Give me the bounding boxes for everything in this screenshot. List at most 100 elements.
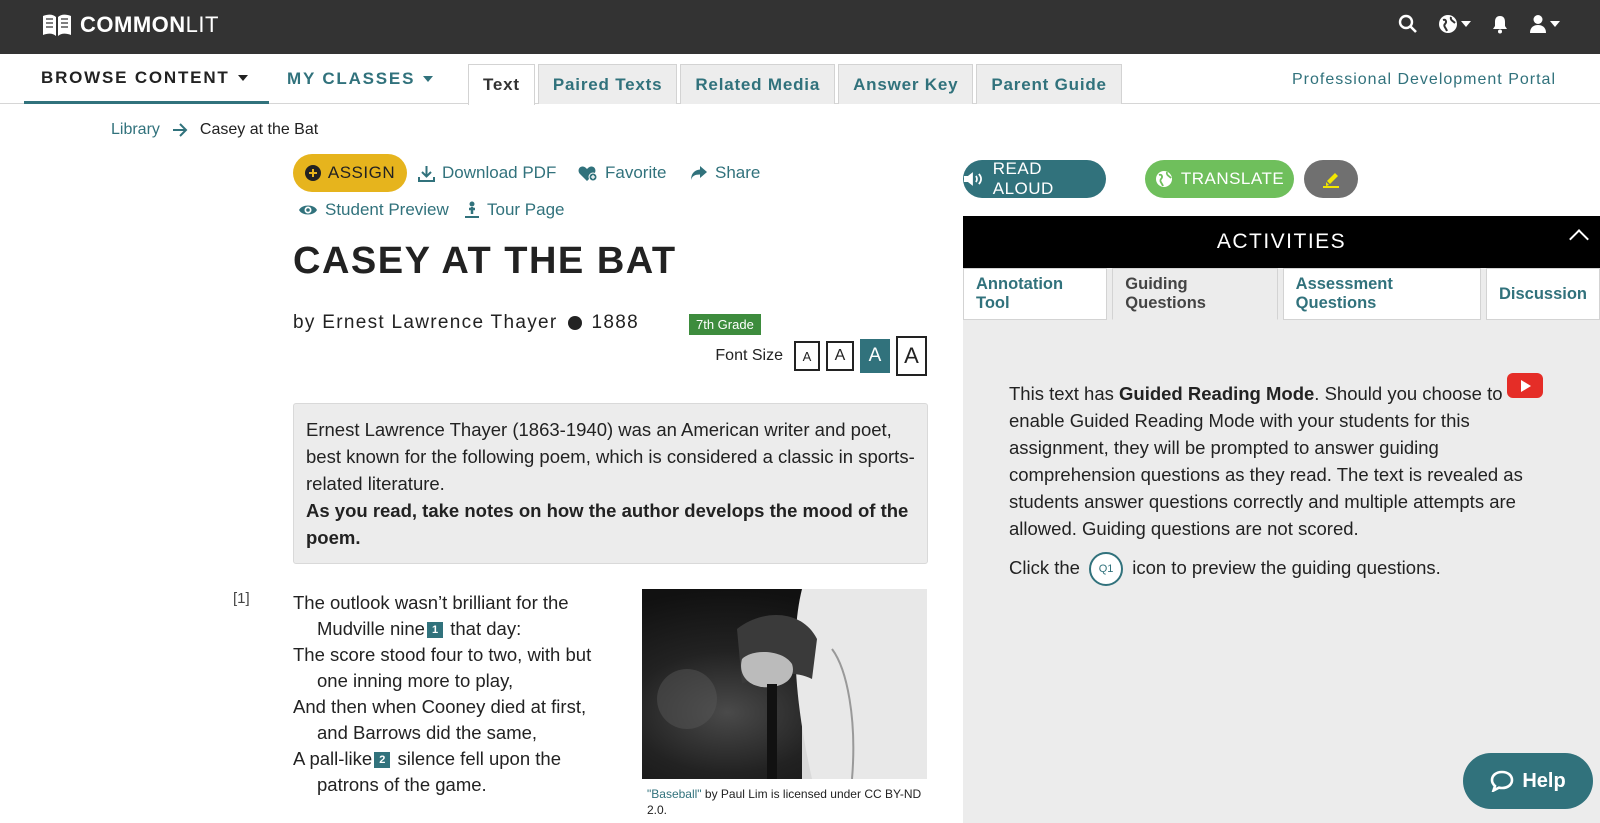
guided-reading-description: This text has Guided Reading Mode. Shoul… xyxy=(1009,383,1523,539)
arrow-right-icon xyxy=(172,123,188,137)
chevron-down-icon xyxy=(237,74,248,81)
tour-page-button[interactable]: Tour Page xyxy=(464,200,565,220)
browse-content-menu[interactable]: BROWSE CONTENT xyxy=(24,54,269,104)
share-icon xyxy=(691,166,707,180)
baseball-photo xyxy=(642,589,927,779)
footnote-2[interactable]: 2 xyxy=(374,752,391,769)
poem-line: The score stood four to two, with but xyxy=(293,644,592,665)
intro-box: Ernest Lawrence Thayer (1863-1940) was a… xyxy=(293,403,928,564)
poem-line: and Barrows did the same, xyxy=(317,722,538,743)
download-pdf-label: Download PDF xyxy=(442,163,557,182)
highlighter-icon xyxy=(1323,173,1339,188)
intro-text: Ernest Lawrence Thayer (1863-1940) was a… xyxy=(306,419,915,494)
favorite-button[interactable]: Favorite xyxy=(578,163,666,183)
byline: by Ernest Lawrence Thayer 1888 xyxy=(293,312,639,334)
tab-text[interactable]: Text xyxy=(468,64,535,105)
tab-assessment-questions[interactable]: Assessment Questions xyxy=(1282,268,1481,320)
globe-icon[interactable] xyxy=(1438,14,1471,34)
logo-text: COMMONLIT xyxy=(80,12,219,37)
text-title: CASEY AT THE BAT xyxy=(293,240,677,282)
help-label: Help xyxy=(1522,769,1566,792)
tab-related-media[interactable]: Related Media xyxy=(680,64,836,104)
user-icon[interactable] xyxy=(1529,14,1560,34)
tab-answer-key[interactable]: Answer Key xyxy=(838,64,974,104)
guided-reading-info: This text has Guided Reading Mode. Shoul… xyxy=(1009,380,1539,586)
tab-annotation-tool[interactable]: Annotation Tool xyxy=(963,268,1108,320)
tab-parent-guide[interactable]: Parent Guide xyxy=(976,64,1122,104)
my-classes-label: MY CLASSES xyxy=(287,69,416,88)
tab-paired-texts[interactable]: Paired Texts xyxy=(537,64,678,104)
highlighter-button[interactable] xyxy=(1304,160,1358,198)
content-nav: BROWSE CONTENT MY CLASSES Text Paired Te… xyxy=(0,54,1600,105)
download-pdf-button[interactable]: Download PDF xyxy=(418,163,556,183)
separator-dot xyxy=(567,316,582,330)
breadcrumb: Library Casey at the Bat xyxy=(111,121,318,139)
font-size-small-button[interactable]: A xyxy=(794,341,820,371)
youtube-icon[interactable] xyxy=(1507,373,1543,398)
text-tabs: Text Paired Texts Related Media Answer K… xyxy=(468,64,1122,105)
font-size-xlarge-button[interactable]: A xyxy=(896,336,927,376)
assign-button[interactable]: ASSIGN xyxy=(293,154,407,192)
font-size-medium-button[interactable]: A xyxy=(826,341,854,371)
font-size-large-button[interactable]: A xyxy=(860,339,890,373)
activities-tabs: Annotation Tool Guiding Questions Assess… xyxy=(963,268,1600,320)
tour-guide-icon xyxy=(465,201,479,218)
poem-stanza: The outlook wasn’t brilliant for the Mud… xyxy=(293,590,623,798)
top-bar: COMMONLIT xyxy=(0,0,1600,54)
student-preview-button[interactable]: Student Preview xyxy=(298,200,449,220)
heart-plus-icon xyxy=(578,165,598,181)
tab-guiding-questions[interactable]: Guiding Questions xyxy=(1112,268,1278,320)
favorite-label: Favorite xyxy=(605,163,667,182)
tab-discussion[interactable]: Discussion xyxy=(1485,268,1600,320)
poem-line: one inning more to play, xyxy=(317,670,514,691)
author-name: by Ernest Lawrence Thayer xyxy=(293,312,558,333)
poem-line: A pall-like 2 silence fell upon the xyxy=(293,748,561,769)
browse-content-label: BROWSE CONTENT xyxy=(41,67,230,87)
poem-line: patrons of the game. xyxy=(317,774,487,795)
bell-icon[interactable] xyxy=(1491,14,1509,34)
eye-icon xyxy=(299,205,317,215)
activities-title: ACTIVITIES xyxy=(1216,230,1347,253)
chevron-down-icon xyxy=(1550,21,1560,27)
font-size-control: Font Size A A A A xyxy=(715,336,927,376)
plus-circle-icon xyxy=(304,165,321,181)
search-icon[interactable] xyxy=(1398,14,1418,34)
share-button[interactable]: Share xyxy=(690,163,760,183)
chat-bubble-icon xyxy=(1491,770,1514,792)
tour-page-label: Tour Page xyxy=(487,200,565,219)
chevron-up-icon[interactable] xyxy=(1569,229,1589,249)
globe-icon xyxy=(1155,171,1172,187)
chevron-down-icon xyxy=(423,76,434,82)
commonlit-logo[interactable]: COMMONLIT xyxy=(42,12,219,38)
guided-reading-hint: Click the Q1 icon to preview the guiding… xyxy=(1009,552,1539,586)
speaker-icon xyxy=(963,172,982,186)
read-aloud-label: READ ALOUD xyxy=(992,159,1054,198)
font-size-label: Font Size xyxy=(715,347,783,364)
photo-caption: "Baseball" by Paul Lim is licensed under… xyxy=(647,786,927,818)
poem-line: And then when Cooney died at first, xyxy=(293,696,587,717)
poem-line: Mudville nine 1 that day: xyxy=(317,618,522,639)
publish-year: 1888 xyxy=(591,312,639,333)
photo-caption-link[interactable]: "Baseball" xyxy=(647,787,702,801)
activities-header[interactable]: ACTIVITIES xyxy=(963,216,1600,268)
line-number: [1] xyxy=(233,590,250,607)
footnote-1[interactable]: 1 xyxy=(426,622,444,639)
my-classes-menu[interactable]: MY CLASSES xyxy=(287,54,434,104)
book-icon xyxy=(43,14,71,36)
help-button[interactable]: Help xyxy=(1463,753,1593,809)
read-aloud-button[interactable]: READ ALOUD xyxy=(963,159,1106,198)
breadcrumb-current: Casey at the Bat xyxy=(199,121,319,138)
professional-development-link[interactable]: Professional Development Portal xyxy=(1292,71,1556,89)
intro-prompt: As you read, take notes on how the autho… xyxy=(306,500,909,548)
translate-label: TRANSLATE xyxy=(1180,169,1285,188)
poem-line: The outlook wasn’t brilliant for the xyxy=(293,592,569,613)
q1-icon[interactable]: Q1 xyxy=(1089,552,1124,586)
grade-badge: 7th Grade xyxy=(689,314,761,335)
chevron-down-icon xyxy=(1461,21,1471,27)
student-preview-label: Student Preview xyxy=(325,200,449,219)
breadcrumb-library[interactable]: Library xyxy=(111,121,160,139)
translate-button[interactable]: TRANSLATE xyxy=(1145,160,1294,198)
download-icon xyxy=(418,165,435,182)
share-label: Share xyxy=(715,163,761,182)
assign-label: ASSIGN xyxy=(327,163,396,182)
